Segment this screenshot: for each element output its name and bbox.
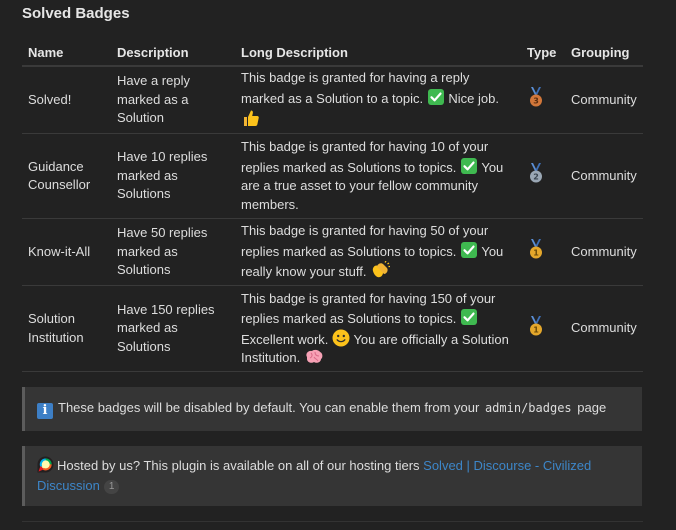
col-header-grouping: Grouping xyxy=(565,41,643,67)
col-header-name: Name xyxy=(22,41,111,67)
badges-table: Name Description Long Description Type G… xyxy=(22,41,643,372)
hosted-text: Hosted by us? This plugin is available o… xyxy=(57,458,420,473)
badge-name: Solved! xyxy=(22,66,111,134)
discourse-logo-icon xyxy=(37,456,54,473)
badge-long-description: This badge is granted for having a reply… xyxy=(235,66,521,134)
badge-name: Know-it-All xyxy=(22,218,111,286)
gold-medal-icon: 1 xyxy=(530,315,542,336)
medal-rank: 3 xyxy=(533,97,539,106)
badge-grouping: Community xyxy=(565,285,643,372)
badge-grouping: Community xyxy=(565,218,643,286)
brain-emoji-icon xyxy=(306,349,323,363)
table-row: Solved! Have a reply marked as a Solutio… xyxy=(22,66,643,134)
col-header-type: Type xyxy=(521,41,565,67)
long-text: This badge is granted for having 10 of y… xyxy=(241,139,489,175)
col-header-description: Description xyxy=(111,41,235,67)
badge-grouping: Community xyxy=(565,133,643,219)
badge-name: Solution Institution xyxy=(22,285,111,372)
medal-rank: 1 xyxy=(533,325,539,334)
badge-type: 1 xyxy=(521,285,565,372)
badge-description: Have 10 replies marked as Solutions xyxy=(111,133,235,219)
badge-type: 3 xyxy=(521,66,565,134)
thumbs-up-emoji-icon xyxy=(244,110,259,127)
hosted-callout: Hosted by us? This plugin is available o… xyxy=(22,446,642,506)
long-text: Nice job. xyxy=(448,90,499,106)
silver-medal-icon: 2 xyxy=(530,163,542,183)
section-title: Solved Badges xyxy=(22,5,130,22)
slightly-smiling-emoji-icon xyxy=(332,329,350,346)
check-mark-emoji-icon xyxy=(460,309,477,325)
info-text-after: page xyxy=(577,399,607,415)
badge-description: Have a reply marked as a Solution xyxy=(111,66,235,134)
divider xyxy=(22,521,643,522)
check-mark-emoji-icon xyxy=(460,157,477,174)
info-icon: i xyxy=(37,402,53,419)
table-row: Know-it-All Have 50 replies marked as So… xyxy=(22,218,643,286)
badge-name: Guidance Counsellor xyxy=(22,133,111,219)
long-text: This badge is granted for having 50 of y… xyxy=(241,223,489,259)
check-mark-emoji-icon xyxy=(427,88,444,105)
info-text: These badges will be disabled by default… xyxy=(58,399,480,415)
medal-rank: 2 xyxy=(533,173,539,182)
bronze-medal-icon: 3 xyxy=(530,87,542,107)
long-text: This badge is granted for having 150 of … xyxy=(241,290,496,327)
badge-long-description: This badge is granted for having 150 of … xyxy=(235,285,521,372)
table-row: Guidance Counsellor Have 10 replies mark… xyxy=(22,133,643,219)
gold-medal-icon: 1 xyxy=(530,239,542,259)
badge-grouping: Community xyxy=(565,66,643,134)
table-header-row: Name Description Long Description Type G… xyxy=(22,41,643,67)
badge-long-description: This badge is granted for having 50 of y… xyxy=(235,218,521,286)
medal-rank: 1 xyxy=(533,249,539,258)
admin-badges-code: admin/badges xyxy=(484,400,572,415)
info-callout: i These badges will be disabled by defaul… xyxy=(22,387,642,431)
link-click-count-badge: 1 xyxy=(103,480,120,494)
long-text: Excellent work. xyxy=(241,331,329,347)
badge-type: 2 xyxy=(521,133,565,219)
col-header-long-description: Long Description xyxy=(235,41,521,67)
badge-description: Have 50 replies marked as Solutions xyxy=(111,218,235,286)
badge-type: 1 xyxy=(521,218,565,286)
check-mark-emoji-icon xyxy=(460,241,477,258)
table-row: Solution Institution Have 150 replies ma… xyxy=(22,285,643,372)
badge-description: Have 150 replies marked as Solutions xyxy=(111,285,235,372)
clapping-hands-emoji-icon xyxy=(372,261,391,278)
badge-long-description: This badge is granted for having 10 of y… xyxy=(235,133,521,219)
